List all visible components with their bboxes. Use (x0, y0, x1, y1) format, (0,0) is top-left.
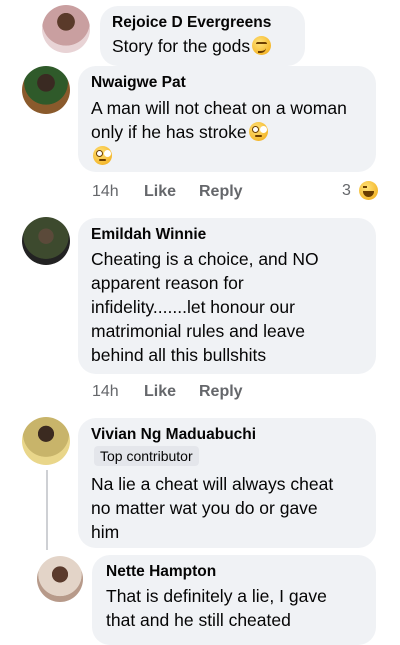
like-button[interactable]: Like (144, 183, 176, 201)
face-with-rolling-eyes-icon (93, 146, 112, 165)
avatar[interactable] (22, 417, 70, 465)
comment-line: Na lie a cheat will always cheat (91, 474, 334, 494)
comment-line: Cheating is a choice, and NO (91, 249, 319, 269)
comment-timestamp[interactable]: 14h (92, 383, 119, 401)
comment-text: Story for the gods (112, 34, 302, 58)
like-button[interactable]: Like (144, 383, 176, 401)
comment-text: Na lie a cheat will always cheat no matt… (91, 472, 373, 544)
comment-text-body: Story for the gods (112, 36, 251, 56)
laughing-face-icon[interactable] (359, 181, 378, 200)
comment-line: him (91, 522, 120, 542)
comment-text: Cheating is a choice, and NO apparent re… (91, 247, 373, 367)
comment-line: apparent reason for (91, 273, 244, 293)
avatar[interactable] (22, 217, 70, 265)
avatar[interactable] (42, 5, 90, 53)
comment-line: infidelity.......let honour our (91, 297, 295, 317)
smirking-face-icon (252, 36, 272, 55)
comment-line: no matter wat you do or gave (91, 498, 318, 518)
comment-author[interactable]: Nette Hampton (106, 563, 216, 581)
comment-line: that and he still cheated (106, 610, 291, 630)
comment-line: That is definitely a lie, I gave (106, 586, 327, 606)
face-with-rolling-eyes-icon (248, 122, 268, 141)
avatar[interactable] (22, 66, 70, 114)
comment-author[interactable]: Emildah Winnie (91, 226, 206, 244)
comment-author[interactable]: Nwaigwe Pat (91, 74, 186, 92)
comment-timestamp[interactable]: 14h (92, 183, 119, 201)
comment-text: A man will not cheat on a woman only if … (91, 96, 373, 168)
comment-line: behind all this bullshits (91, 345, 267, 365)
avatar[interactable] (37, 556, 83, 602)
top-contributor-badge: Top contributor (94, 446, 199, 466)
reply-thread-line (46, 470, 48, 550)
comment-line: matrimonial rules and leave (91, 321, 305, 341)
comment-author[interactable]: Vivian Ng Maduabuchi (91, 426, 256, 444)
comment-author[interactable]: Rejoice D Evergreens (112, 14, 271, 32)
reply-button[interactable]: Reply (199, 383, 243, 401)
comment-text-body: A man will not cheat on a woman only if … (91, 98, 347, 142)
reaction-count[interactable]: 3 (342, 182, 351, 200)
reply-button[interactable]: Reply (199, 183, 243, 201)
comment-text: That is definitely a lie, I gave that an… (106, 584, 374, 632)
